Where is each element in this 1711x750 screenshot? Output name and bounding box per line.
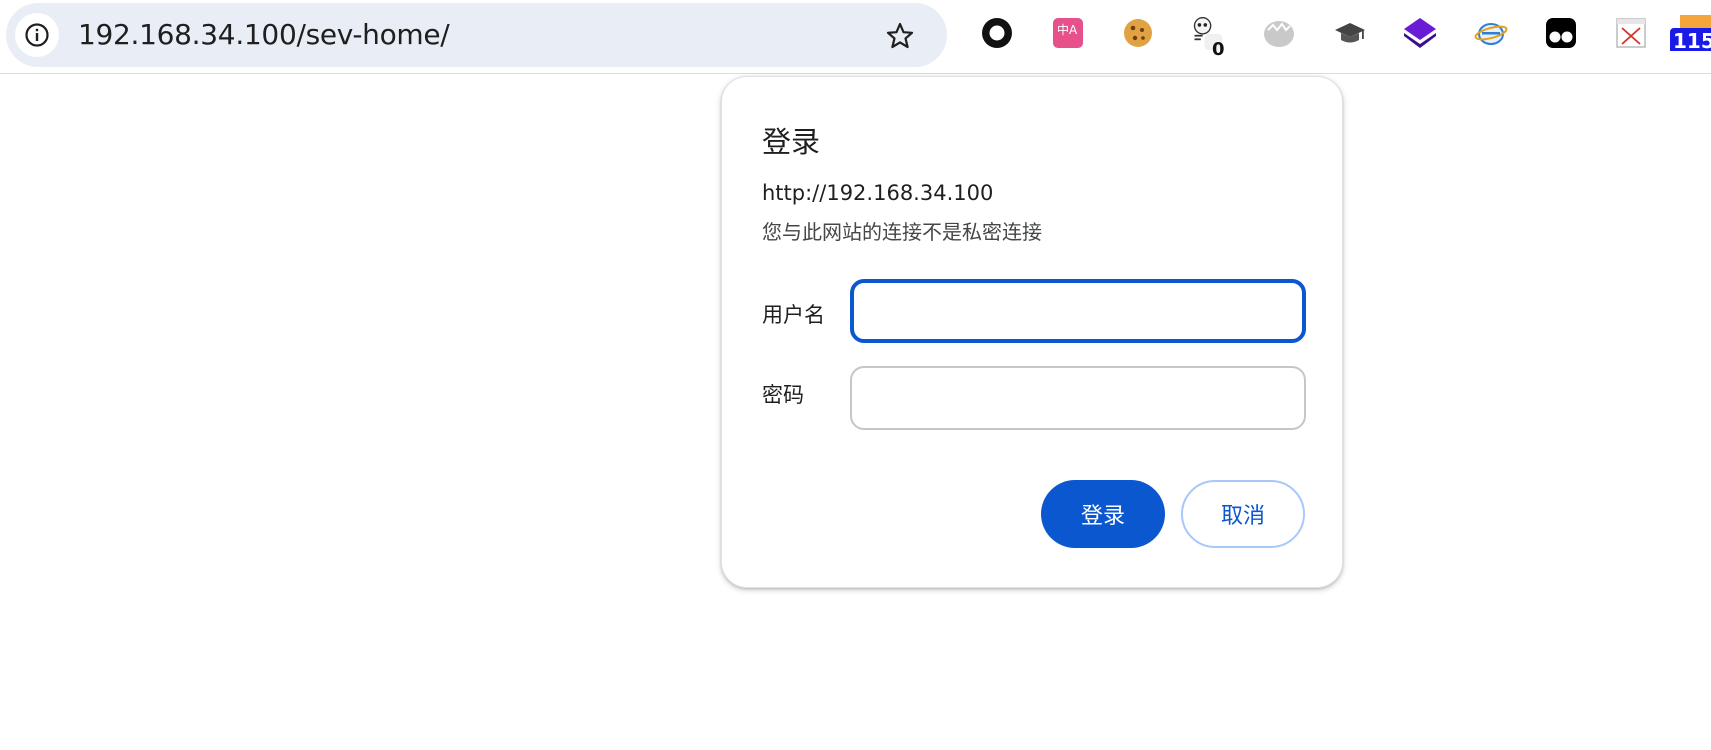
rss-extension-icon[interactable]: 115 — [1670, 15, 1711, 51]
panda-extension-icon[interactable]: 0 — [1190, 15, 1226, 60]
browser-toolbar: 192.168.34.100/sev-home/ 中A 0 115 — [0, 0, 1711, 74]
dialog-title: 登录 — [762, 125, 821, 159]
site-info-button[interactable] — [15, 13, 59, 57]
dialog-origin: http://192.168.34.100 — [762, 181, 994, 205]
broken-image-extension-icon[interactable] — [1613, 15, 1649, 51]
http-auth-dialog: 登录 http://192.168.34.100 您与此网站的连接不是私密连接 … — [721, 76, 1343, 588]
cancel-button[interactable]: 取消 — [1181, 480, 1305, 548]
tampermonkey-extension-icon[interactable] — [1543, 15, 1579, 51]
login-button[interactable]: 登录 — [1041, 480, 1165, 548]
connection-warning: 您与此网站的连接不是私密连接 — [762, 220, 1042, 244]
url-text[interactable]: 192.168.34.100/sev-home/ — [78, 19, 450, 51]
translate-extension-icon[interactable]: 中A — [1050, 15, 1086, 51]
info-icon — [25, 23, 49, 47]
bookmark-star-icon[interactable] — [884, 20, 916, 52]
rss-extension-badge: 115 — [1670, 28, 1711, 51]
ie-extension-icon[interactable] — [1473, 15, 1509, 51]
circle-extension-icon[interactable] — [979, 15, 1015, 51]
graduation-cap-extension-icon[interactable] — [1332, 15, 1368, 51]
password-label: 密码 — [762, 383, 804, 407]
layers-extension-icon[interactable] — [1402, 15, 1438, 51]
password-input[interactable] — [850, 366, 1306, 430]
username-input[interactable] — [850, 279, 1306, 343]
panda-extension-badge: 0 — [1212, 39, 1225, 60]
address-bar[interactable]: 192.168.34.100/sev-home/ — [6, 3, 947, 67]
cookie-extension-icon[interactable] — [1120, 15, 1156, 51]
egg-extension-icon[interactable] — [1261, 15, 1297, 51]
username-label: 用户名 — [762, 303, 825, 327]
translate-extension-text: 中A — [1057, 22, 1078, 37]
